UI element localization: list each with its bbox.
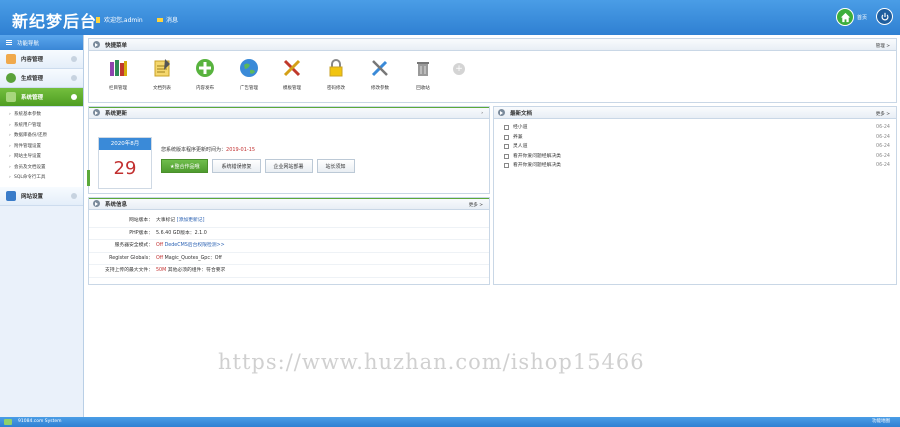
submenu-item[interactable]: 系统基本参数 (0, 110, 83, 121)
arrow-circle-icon (93, 200, 100, 207)
system-info-panel: 系统信息 更多 > 网站版本： 大事标记 [添加更新记] PHP版本： 5.6.40… (88, 197, 490, 285)
notice-button[interactable]: 站长须知 (316, 159, 355, 173)
system-update-tab[interactable]: 系统更新 (105, 109, 127, 117)
sidebar: 功能导航 内容管理 生成管理 系统管理 系统基本参数 系统用户管理 数据库备份/… (0, 35, 84, 417)
chevron-icon (71, 94, 77, 100)
quick-item-params[interactable]: 修改参数 (362, 57, 398, 91)
calendar-day: 29 (113, 158, 137, 179)
notepad-icon (154, 59, 170, 77)
info-row: 服务器安全模式： Off DedeCMS后台权限检测>> (89, 240, 489, 253)
sysinfo-more-link[interactable]: 更多 > (469, 202, 483, 208)
deploy-button[interactable]: 企业网站部署 (264, 159, 313, 173)
messages-link[interactable]: 消息 (157, 15, 178, 24)
list-item[interactable]: 看开你爱问题经解决类 06-24 (500, 152, 890, 162)
quick-menu-panel: 快捷菜单 管理 > 栏目管理 文档列表 内容发布 广告管理 模板管理 密码修改 … (88, 38, 897, 103)
list-item[interactable]: 灵人道 06-24 (500, 142, 890, 152)
menu-icon (6, 40, 12, 45)
site-map-link[interactable]: 功能地图 (872, 417, 890, 427)
site-logo: 新纪梦后台 (12, 12, 98, 31)
arrow-circle-icon (93, 109, 100, 116)
wrench-icon (371, 60, 388, 77)
system-info-header: 系统信息 更多 > (88, 197, 490, 210)
chevron-right-icon[interactable]: › (481, 111, 483, 116)
sidebar-item-website[interactable]: 网站设置 (0, 186, 83, 206)
arrow-circle-icon (498, 109, 505, 116)
chevron-icon (71, 192, 77, 199)
arrow-circle-icon (93, 41, 100, 48)
submenu-item[interactable]: 网站主导设置 (0, 152, 83, 163)
lock-icon (329, 59, 343, 77)
docs-list: 经小道 06-24 养兼 06-24 灵人道 06-24 看开你爱问题经解决类 06-2… (494, 119, 896, 175)
system-update-header: 系统更新 › (88, 106, 490, 119)
list-item[interactable]: 经小道 06-24 (500, 123, 890, 133)
pencil-icon (6, 54, 16, 64)
calendar: 2020年8月 29 (98, 137, 152, 189)
footer-copyright: 91084.com System (18, 419, 62, 424)
add-shortcut-button[interactable]: + (453, 63, 465, 75)
update-record-link[interactable]: [添加更新记] (177, 218, 205, 223)
watermark: https://www.huzhan.com/ishop15466 (218, 350, 645, 374)
update-notice: 您系统版本程序更新时间为：2019-01-15 (161, 147, 256, 153)
bugfix-button[interactable]: 系统错误修复 (212, 159, 261, 173)
quick-item-ads[interactable]: 广告管理 (231, 57, 267, 91)
integrate-button[interactable]: ★整合作品哦 (161, 159, 209, 173)
quick-item-docs[interactable]: 文档列表 (144, 57, 180, 91)
submenu-item[interactable]: 系统用户管理 (0, 121, 83, 132)
list-item[interactable]: 养兼 06-24 (500, 133, 890, 143)
books-icon (110, 60, 127, 76)
update-date: 2019-01-15 (226, 147, 256, 153)
quick-menu-header: 快捷菜单 管理 > (88, 38, 897, 51)
info-row: PHP版本： 5.6.40 GD版本：2.1.0 (89, 228, 489, 240)
mail-icon (157, 17, 163, 22)
system-icon (6, 92, 16, 102)
latest-docs-panel: 最新文档 更多 > 经小道 06-24 养兼 06-24 灵人道 06-24 看开你爱… (493, 106, 897, 285)
quick-item-trash[interactable]: 回收站 (405, 57, 441, 91)
tree-icon (6, 73, 16, 83)
logout-button[interactable] (876, 8, 893, 25)
submenu-item[interactable]: SQL命令行工具 (0, 173, 83, 184)
submenu-item[interactable]: 附件管理设置 (0, 142, 83, 153)
license-icon (4, 419, 12, 425)
list-item[interactable]: 看开你爱问题经解决类 06-24 (500, 161, 890, 171)
quick-item-publish[interactable]: 内容发布 (187, 57, 223, 91)
quick-item-templates[interactable]: 模板管理 (274, 57, 310, 91)
docs-more-link[interactable]: 更多 > (876, 111, 890, 117)
system-info-body: 网站版本： 大事标记 [添加更新记] PHP版本： 5.6.40 GD版本：2.1.… (88, 210, 490, 285)
trash-icon (417, 62, 429, 76)
tools-icon (283, 59, 301, 77)
system-update-panel: 系统更新 › 2020年8月 29 您系统版本程序更新时间为：2019-01-1… (87, 106, 490, 194)
permission-check-link[interactable]: DedeCMS后台权限检测>> (163, 243, 225, 248)
home-button[interactable]: 首页 (836, 8, 867, 26)
chevron-icon (71, 75, 77, 81)
system-submenu: 系统基本参数 系统用户管理 数据库备份/还原 附件管理设置 网站主导设置 会员及… (0, 107, 83, 187)
info-row: 网站版本： 大事标记 [添加更新记] (89, 215, 489, 228)
home-icon (836, 8, 854, 26)
quick-menu-body: 栏目管理 文档列表 内容发布 广告管理 模板管理 密码修改 修改参数 回收站 + (88, 51, 897, 103)
user-icon (96, 16, 100, 23)
sidebar-item-system[interactable]: 系统管理 (0, 88, 83, 107)
sidebar-item-generate[interactable]: 生成管理 (0, 69, 83, 88)
welcome-user: 欢迎您,admin (96, 15, 143, 24)
globe-icon (240, 59, 258, 77)
submenu-item[interactable]: 会员及文档设置 (0, 163, 83, 174)
latest-docs-body: 经小道 06-24 养兼 06-24 灵人道 06-24 看开你爱问题经解决类 06-2… (493, 119, 897, 285)
quick-item-password[interactable]: 密码修改 (318, 57, 354, 91)
quick-item-columns[interactable]: 栏目管理 (100, 57, 136, 91)
latest-docs-header: 最新文档 更多 > (493, 106, 897, 119)
calendar-month: 2020年8月 (99, 138, 151, 150)
sidebar-title: 功能导航 (0, 35, 83, 50)
submenu-item[interactable]: 数据库备份/还原 (0, 131, 83, 142)
top-header: 新纪梦后台 欢迎您,admin 消息 首页 (0, 0, 900, 35)
system-update-body: 2020年8月 29 您系统版本程序更新时间为：2019-01-15 ★整合作品… (87, 119, 490, 194)
plus-icon (196, 59, 214, 77)
info-row: 支持上传的最大文件： 50M 其他必须的组件：符合要求 (89, 265, 489, 278)
manage-link[interactable]: 管理 > (876, 43, 890, 49)
update-buttons: ★整合作品哦 系统错误修复 企业网站部署 站长须知 (161, 159, 359, 173)
footer-bar: 91084.com System 功能地图 (0, 417, 900, 427)
sidebar-item-content[interactable]: 内容管理 (0, 50, 83, 69)
chevron-icon (71, 56, 77, 62)
power-icon (881, 12, 888, 20)
info-row: Register Globals： Off Magic_Quotes_Gpc：Of… (89, 253, 489, 265)
monitor-icon (6, 190, 16, 201)
